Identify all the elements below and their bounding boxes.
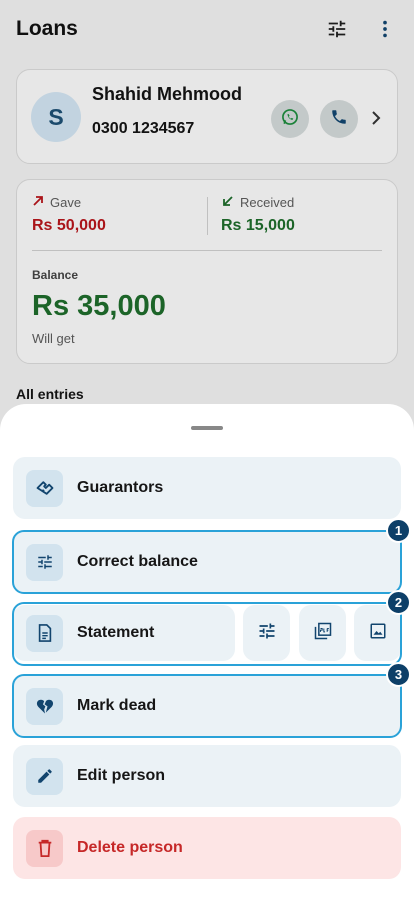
highlight-box [12, 674, 402, 738]
handshake-icon [26, 469, 63, 507]
step-badge: 1 [386, 518, 411, 543]
delete-person-button[interactable]: Delete person [13, 817, 401, 879]
bottom-sheet: Guarantors Correct balance Statement Mar… [0, 404, 414, 900]
guarantors-label: Guarantors [77, 479, 164, 496]
guarantors-button[interactable]: Guarantors [13, 457, 401, 519]
highlight-box [12, 602, 402, 666]
trash-icon [26, 829, 63, 867]
highlight-box [12, 530, 402, 594]
drag-handle[interactable] [191, 426, 223, 430]
step-badge: 3 [386, 662, 411, 687]
pencil-icon [26, 757, 63, 795]
edit-person-label: Edit person [77, 767, 166, 784]
edit-person-button[interactable]: Edit person [13, 745, 401, 807]
delete-person-label: Delete person [77, 839, 183, 856]
step-badge: 2 [386, 590, 411, 615]
